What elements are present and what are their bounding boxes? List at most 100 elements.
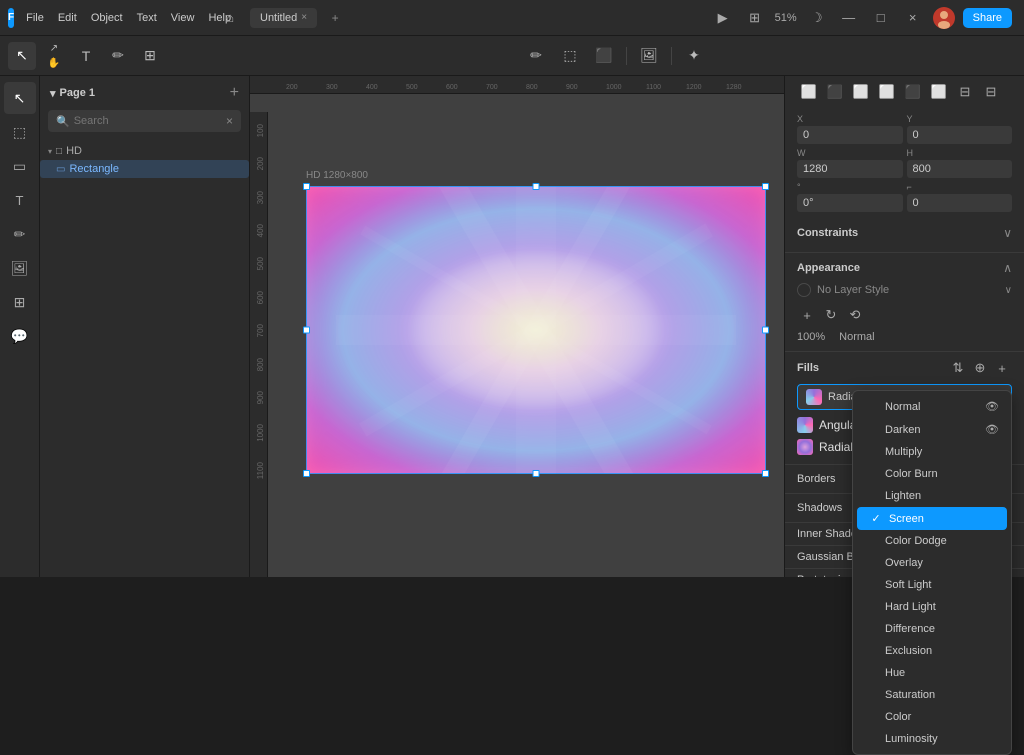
boolean-tool[interactable]: ⬛ [590, 42, 618, 70]
r-input[interactable] [797, 194, 903, 212]
align-center-v-icon[interactable]: ⬛ [901, 80, 925, 104]
y-input[interactable] [907, 126, 1013, 144]
corner-field-group: ⌐ [907, 182, 1013, 212]
avatar[interactable] [933, 7, 955, 29]
blend-color-dodge[interactable]: Color Dodge [853, 530, 1011, 552]
scale-tool[interactable]: ↗ [40, 42, 68, 55]
menu-file[interactable]: File [20, 10, 50, 26]
handle-br[interactable] [762, 470, 769, 477]
menu-object[interactable]: Object [85, 10, 129, 26]
maximize-icon[interactable]: □ [869, 6, 893, 30]
handle-mr[interactable] [762, 326, 769, 333]
play-icon[interactable]: ▶ [711, 6, 735, 30]
pencil-icon[interactable]: ✏ [522, 42, 550, 70]
group-chevron: ▾ [48, 147, 52, 156]
handle-tl[interactable] [303, 183, 310, 190]
menu-edit[interactable]: Edit [52, 10, 83, 26]
fills-copy-icon[interactable]: ⊕ [970, 358, 990, 378]
grid-tool-sidebar[interactable]: ⊞ [4, 286, 36, 318]
fills-sort-icon[interactable]: ⇅ [948, 358, 968, 378]
file-label: HD [66, 145, 82, 157]
opacity-value[interactable]: 100% [797, 331, 825, 343]
constraints-toggle[interactable]: ∨ [1003, 226, 1012, 240]
search-clear-icon[interactable]: × [226, 114, 233, 128]
x-input[interactable] [797, 126, 903, 144]
blend-normal[interactable]: Normal 👁 [853, 395, 1011, 418]
blend-multiply[interactable]: Multiply [853, 441, 1011, 463]
h-input[interactable] [907, 160, 1013, 178]
blend-screen[interactable]: ✓ Screen [857, 507, 1007, 530]
fill-angular-swatch [797, 417, 813, 433]
align-bottom-icon[interactable]: ⬜ [927, 80, 951, 104]
rect-tool-sidebar[interactable]: ▭ [4, 150, 36, 182]
w-input[interactable] [797, 160, 903, 178]
normal-label: Normal [885, 401, 920, 413]
layer-style-arrow[interactable]: ∨ [1005, 285, 1012, 296]
align-right-icon[interactable]: ⬜ [849, 80, 873, 104]
r-field-group: ° [797, 182, 903, 212]
hand-tool[interactable]: ✋ [40, 57, 68, 70]
layer-item-rectangle[interactable]: ▭ Rectangle [40, 160, 249, 178]
component-tool[interactable]: ⊞ [136, 42, 164, 70]
frame-tool[interactable]: ⬚ [556, 42, 584, 70]
corner-input[interactable] [907, 194, 1013, 212]
cursor-tool[interactable]: ↖ [4, 82, 36, 114]
image-tool[interactable]: 🖼 [635, 42, 663, 70]
handle-tr[interactable] [762, 183, 769, 190]
handle-bl[interactable] [303, 470, 310, 477]
text-tool[interactable]: T [72, 42, 100, 70]
close-icon[interactable]: × [901, 6, 925, 30]
align-distribute-v-icon[interactable]: ⊟ [953, 80, 977, 104]
align-left-icon[interactable]: ⬜ [797, 80, 821, 104]
fills-add-icon[interactable]: + [992, 358, 1012, 378]
image-tool-sidebar[interactable]: 🖼 [4, 252, 36, 284]
menu-text[interactable]: Text [131, 10, 163, 26]
tab-close-icon[interactable]: × [301, 12, 307, 23]
normal-eye[interactable]: 👁 [985, 400, 999, 413]
fill-color-swatch[interactable] [806, 389, 822, 405]
darken-eye[interactable]: 👁 [985, 423, 999, 436]
align-distribute-h-icon[interactable]: ⊟ [979, 80, 1003, 104]
handle-ml[interactable] [303, 326, 310, 333]
app-icon[interactable]: F [8, 8, 14, 28]
appearance-toggle[interactable]: ∧ [1003, 261, 1012, 275]
menu-view[interactable]: View [165, 10, 201, 26]
frame-tool-sidebar[interactable]: ⬚ [4, 116, 36, 148]
align-center-h-icon[interactable]: ⬛ [823, 80, 847, 104]
page-name: Page 1 [60, 87, 95, 99]
layer-group-hd[interactable]: ▾ □ HD [40, 142, 249, 160]
selected-frame[interactable] [306, 186, 766, 474]
blend-mode-label[interactable]: Normal [839, 331, 874, 343]
share-button[interactable]: Share [963, 8, 1012, 28]
handle-bc[interactable] [533, 470, 540, 477]
pen-tool[interactable]: ✏ [104, 42, 132, 70]
text-tool-sidebar[interactable]: T [4, 184, 36, 216]
move-tool[interactable]: ↖ [8, 42, 36, 70]
moon-icon[interactable]: ☽ [805, 6, 829, 30]
blend-overlay[interactable]: Overlay [853, 552, 1011, 574]
tab-add-button[interactable]: + [325, 8, 345, 28]
layer-style-row: No Layer Style ∨ [797, 283, 1012, 297]
blend-darken[interactable]: Darken 👁 [853, 418, 1011, 441]
add-page-button[interactable]: + [230, 84, 239, 102]
multiply-label: Multiply [885, 446, 922, 458]
home-icon[interactable]: ⌂ [218, 6, 242, 30]
x-field-group: X [797, 114, 903, 144]
blend-lighten[interactable]: Lighten [853, 485, 1011, 507]
star-tool[interactable]: ✦ [680, 42, 708, 70]
style-add-icon[interactable]: + [797, 305, 817, 325]
toolbar-center: ✏ ⬚ ⬛ 🖼 ✦ [222, 42, 1008, 70]
pen-tool-sidebar[interactable]: ✏ [4, 218, 36, 250]
align-top-icon[interactable]: ⬜ [875, 80, 899, 104]
comment-tool-sidebar[interactable]: 💬 [4, 320, 36, 352]
current-tab[interactable]: Untitled × [250, 8, 317, 28]
handle-tc[interactable] [533, 183, 540, 190]
blend-color-burn[interactable]: Color Burn [853, 463, 1011, 485]
minimize-icon[interactable]: — [837, 6, 861, 30]
style-refresh-icon[interactable]: ↻ [821, 305, 841, 325]
style-unlink-icon[interactable]: ⟲ [845, 305, 865, 325]
top-bar: F File Edit Object Text View Help ⌂ Unti… [0, 0, 1024, 36]
search-input[interactable] [74, 115, 222, 127]
search-box: 🔍 × [48, 110, 241, 132]
grid-icon[interactable]: ⊞ [743, 6, 767, 30]
